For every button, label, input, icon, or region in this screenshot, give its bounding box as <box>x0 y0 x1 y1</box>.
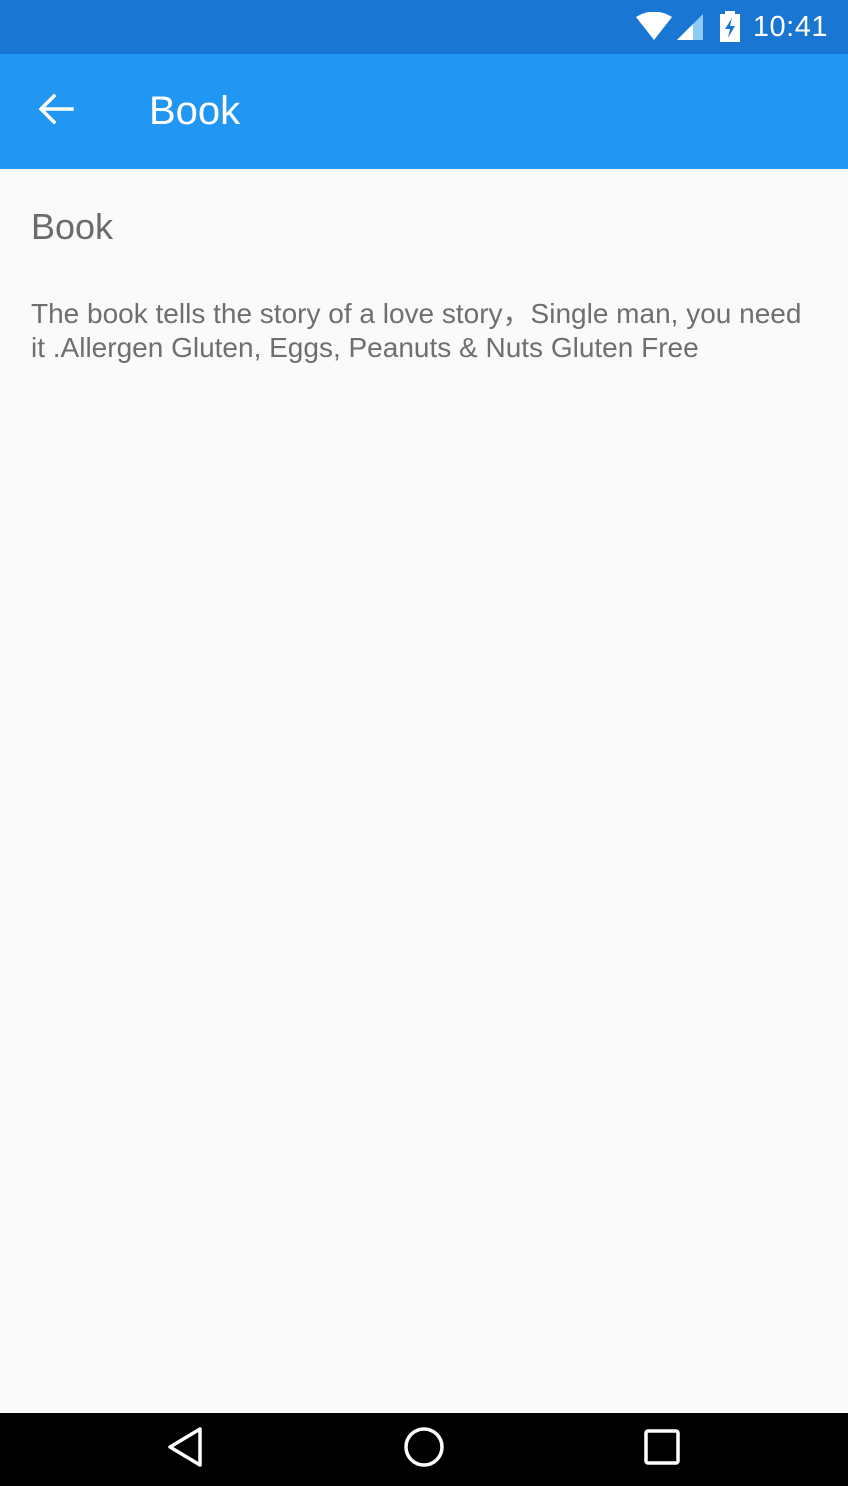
arrow-back-icon <box>38 93 74 130</box>
back-button[interactable] <box>21 77 91 147</box>
status-time: 10:41 <box>752 10 828 43</box>
recents-square-icon <box>642 1427 682 1472</box>
home-circle-icon <box>402 1425 446 1474</box>
nav-recents-button[interactable] <box>617 1413 707 1486</box>
navigation-bar <box>0 1413 848 1486</box>
book-description: The book tells the story of a love story… <box>31 298 802 363</box>
status-bar: 10:41 <box>0 0 848 54</box>
content: Book The book tells the story of a love … <box>31 169 817 365</box>
battery-charging-icon <box>719 11 741 43</box>
nav-back-button[interactable] <box>140 1413 230 1486</box>
signal-icon <box>675 12 705 42</box>
screen: 10:41 Book Book The book tells the story… <box>0 0 848 1486</box>
back-triangle-icon <box>165 1425 205 1474</box>
nav-home-button[interactable] <box>379 1413 469 1486</box>
page-title: Book <box>149 89 241 133</box>
wifi-icon <box>635 12 673 42</box>
book-title: Book <box>31 206 114 247</box>
app-bar: Book <box>0 54 848 169</box>
